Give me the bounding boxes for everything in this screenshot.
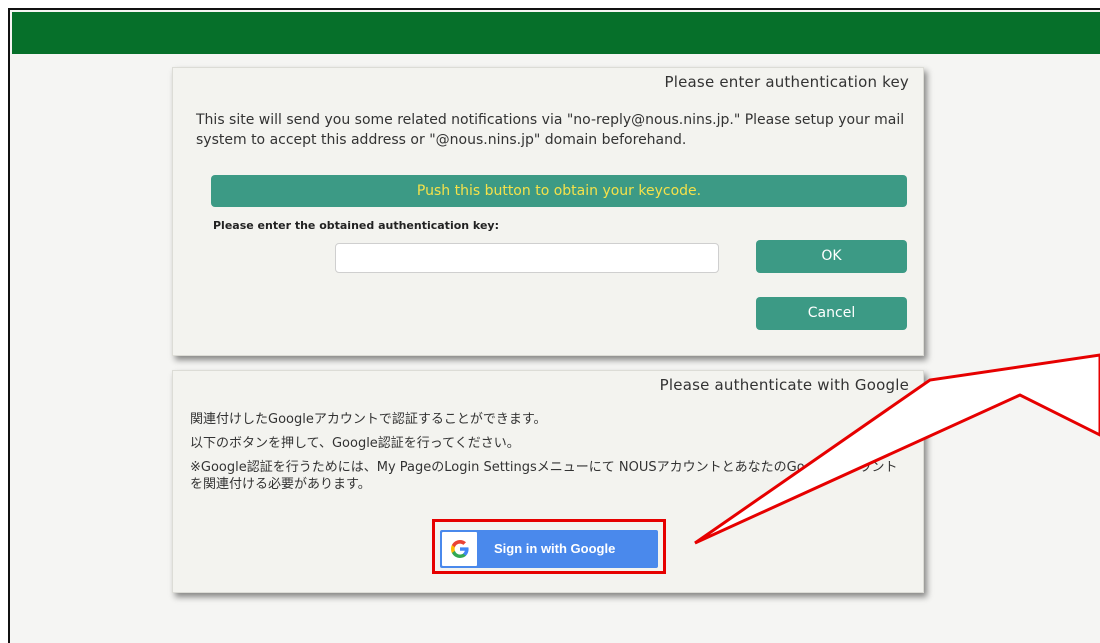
callout-arrow <box>694 353 1100 545</box>
